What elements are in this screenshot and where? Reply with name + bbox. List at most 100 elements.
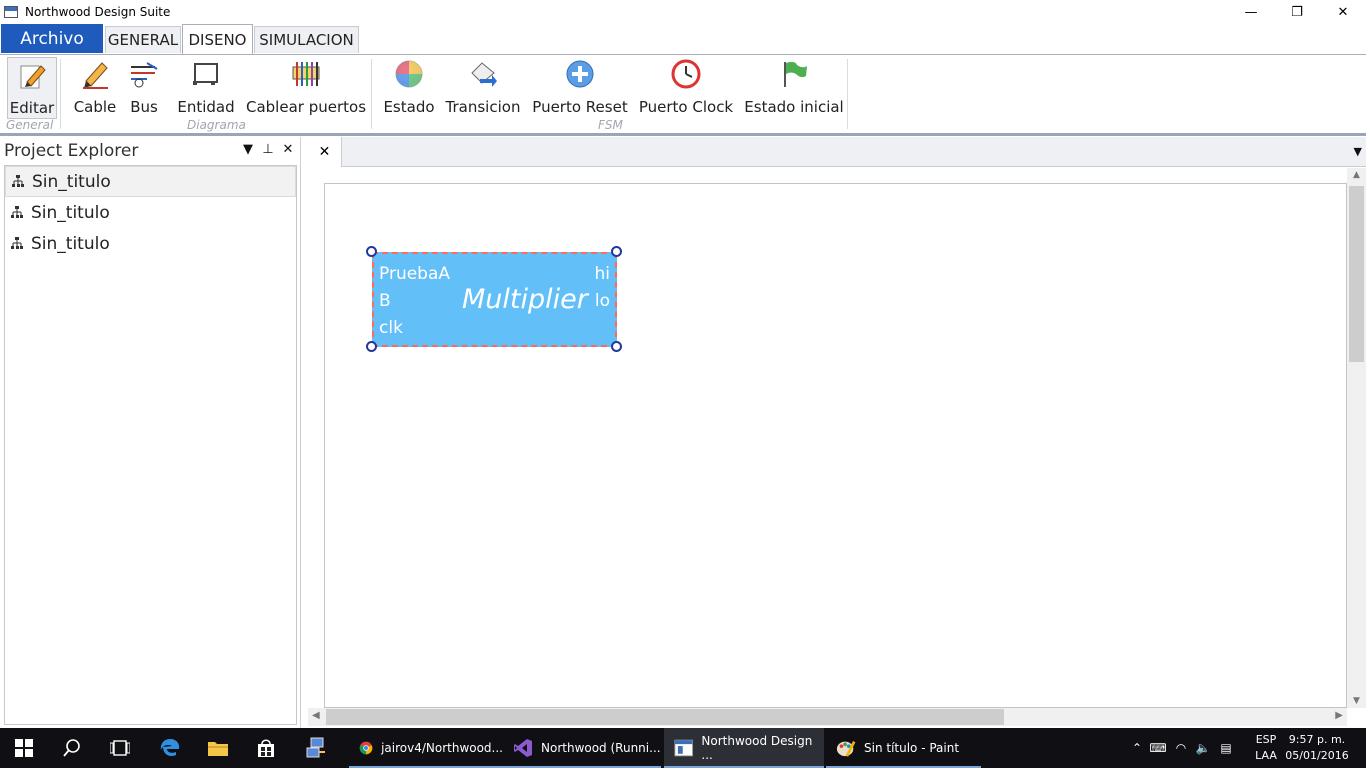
transition-icon xyxy=(466,57,500,91)
keyboard-icon[interactable]: ⌨ xyxy=(1146,741,1170,755)
puerto-reset-label: Puerto Reset xyxy=(532,98,628,116)
puerto-clock-label: Puerto Clock xyxy=(638,98,734,116)
puerto-reset-button[interactable]: Puerto Reset xyxy=(532,57,628,119)
tree-item[interactable]: Sin_titulo xyxy=(5,197,296,228)
scroll-right-icon[interactable]: ▶ xyxy=(1335,710,1343,721)
clock-time: 9:57 p. m. xyxy=(1288,733,1346,746)
close-icon[interactable]: ✕ xyxy=(281,142,295,157)
clock-date: 05/01/2016 xyxy=(1285,749,1349,762)
input-language-indicator[interactable]: ESP LAA xyxy=(1251,732,1281,764)
edge-browser-button[interactable] xyxy=(146,728,194,768)
scroll-up-icon[interactable]: ▲ xyxy=(1347,170,1366,180)
resize-handle-bottom-right[interactable] xyxy=(611,341,622,352)
taskbar-clock[interactable]: 9:57 p. m. 05/01/2016 xyxy=(1282,732,1352,764)
output-port-label: hi xyxy=(594,264,611,284)
horizontal-scrollbar[interactable]: ◀ ▶ xyxy=(308,708,1347,726)
close-button[interactable]: ✕ xyxy=(1320,0,1366,24)
tree-item-label: Sin_titulo xyxy=(31,202,110,223)
lang-code: ESP xyxy=(1255,733,1277,746)
project-explorer-header: Project Explorer ▼ ⊥ ✕ xyxy=(0,137,301,165)
file-explorer-button[interactable] xyxy=(194,728,242,768)
taskbar-app-northwood[interactable]: Northwood Design ... xyxy=(664,728,824,768)
document-tab-close-button[interactable]: ✕ xyxy=(308,137,342,167)
window-title: Northwood Design Suite xyxy=(25,5,171,19)
project-tree: Sin_titulo Sin_titulo Sin_titulo xyxy=(4,165,297,725)
vertical-scroll-thumb[interactable] xyxy=(1349,186,1364,362)
scroll-left-icon[interactable]: ◀ xyxy=(312,710,320,721)
clock-icon xyxy=(669,57,703,91)
window-controls: — ❐ ✕ xyxy=(1228,0,1366,24)
taskbar-app-chrome[interactable]: jairov4/Northwood... xyxy=(349,728,503,768)
minimize-button[interactable]: — xyxy=(1228,0,1274,24)
task-view-button[interactable] xyxy=(96,728,144,768)
transicion-button[interactable]: Transicion xyxy=(446,57,520,119)
resize-handle-top-right[interactable] xyxy=(611,246,622,257)
dropdown-icon[interactable]: ▼ xyxy=(241,142,255,157)
edit-icon xyxy=(15,58,49,92)
entidad-button[interactable]: Entidad xyxy=(176,57,236,119)
estado-label: Estado xyxy=(383,98,435,116)
reset-plus-icon xyxy=(563,57,597,91)
group-label-fsm: FSM xyxy=(598,118,623,132)
wire-ports-icon xyxy=(289,57,323,91)
tab-simulacion[interactable]: SIMULACION xyxy=(254,26,359,53)
resize-handle-bottom-left[interactable] xyxy=(366,341,377,352)
taskbar-app-label: Northwood (Runni... xyxy=(541,741,661,755)
tab-list-dropdown-icon[interactable]: ▼ xyxy=(1354,145,1362,158)
tree-item[interactable]: Sin_titulo xyxy=(5,228,296,259)
search-icon xyxy=(63,739,80,757)
bus-label: Bus xyxy=(130,98,158,116)
group-separator xyxy=(371,59,372,129)
taskbar: jairov4/Northwood... Northwood (Runni...… xyxy=(0,728,1366,768)
estado-button[interactable]: Estado xyxy=(382,57,436,119)
action-center-icon[interactable]: ▤ xyxy=(1214,741,1238,755)
scroll-down-icon[interactable]: ▼ xyxy=(1347,696,1366,706)
estado-inicial-button[interactable]: Estado inicial xyxy=(744,57,844,119)
restore-button[interactable]: ❐ xyxy=(1274,0,1320,24)
store-button[interactable] xyxy=(242,728,290,768)
ribbon-divider xyxy=(0,133,1366,136)
tab-general[interactable]: GENERAL xyxy=(105,26,181,53)
tree-item[interactable]: Sin_titulo xyxy=(5,166,296,197)
app-window: Northwood Design Suite — ❐ ✕ Archivo GEN… xyxy=(0,0,1366,768)
northwood-app-icon xyxy=(674,739,693,757)
project-explorer-panel: Project Explorer ▼ ⊥ ✕ Sin_titulo Sin_ti… xyxy=(0,137,301,728)
search-button[interactable] xyxy=(48,728,96,768)
pin-icon[interactable]: ⊥ xyxy=(261,142,275,157)
editar-button[interactable]: Editar xyxy=(7,57,57,119)
chevron-up-icon[interactable]: ⌃ xyxy=(1128,741,1146,755)
chrome-icon xyxy=(359,741,373,755)
tab-diseno[interactable]: DISENO xyxy=(182,24,253,54)
taskbar-app-paint[interactable]: Sin título - Paint xyxy=(826,728,981,768)
ribbon: Editar Cable Bus Entidad Cablear puertos… xyxy=(0,54,1366,134)
volume-icon[interactable]: 🔈 xyxy=(1192,741,1214,755)
app-icon xyxy=(4,6,18,18)
puerto-clock-button[interactable]: Puerto Clock xyxy=(638,57,734,119)
start-button[interactable] xyxy=(0,728,48,768)
group-separator xyxy=(847,59,848,129)
wifi-icon[interactable]: ◠ xyxy=(1170,741,1192,755)
paint-icon xyxy=(836,741,856,757)
tree-item-label: Sin_titulo xyxy=(31,233,110,254)
bus-button[interactable]: Bus xyxy=(126,57,162,119)
network-app-button[interactable] xyxy=(292,728,340,768)
file-menu-button[interactable]: Archivo xyxy=(1,24,103,53)
tree-item-label: Sin_titulo xyxy=(32,171,111,192)
entity-block[interactable]: PruebaA B clk hi lo Multiplier xyxy=(372,252,617,347)
resize-handle-top-left[interactable] xyxy=(366,246,377,257)
editar-label: Editar xyxy=(9,99,55,117)
output-port-label: lo xyxy=(594,291,610,311)
vertical-scrollbar[interactable]: ▲ ▼ xyxy=(1347,168,1366,708)
bus-icon xyxy=(127,57,161,91)
cablear-puertos-button[interactable]: Cablear puertos xyxy=(246,57,366,119)
pencil-icon xyxy=(78,57,112,91)
cable-label: Cable xyxy=(73,98,117,116)
visual-studio-icon xyxy=(514,739,532,757)
horizontal-scroll-thumb[interactable] xyxy=(326,709,1004,725)
title-bar: Northwood Design Suite — ❐ ✕ xyxy=(0,0,1366,24)
hierarchy-icon xyxy=(12,174,26,189)
cable-button[interactable]: Cable xyxy=(72,57,118,119)
taskbar-app-visual-studio[interactable]: Northwood (Runni... xyxy=(503,728,661,768)
transicion-label: Transicion xyxy=(445,98,521,116)
folder-icon xyxy=(208,742,228,756)
